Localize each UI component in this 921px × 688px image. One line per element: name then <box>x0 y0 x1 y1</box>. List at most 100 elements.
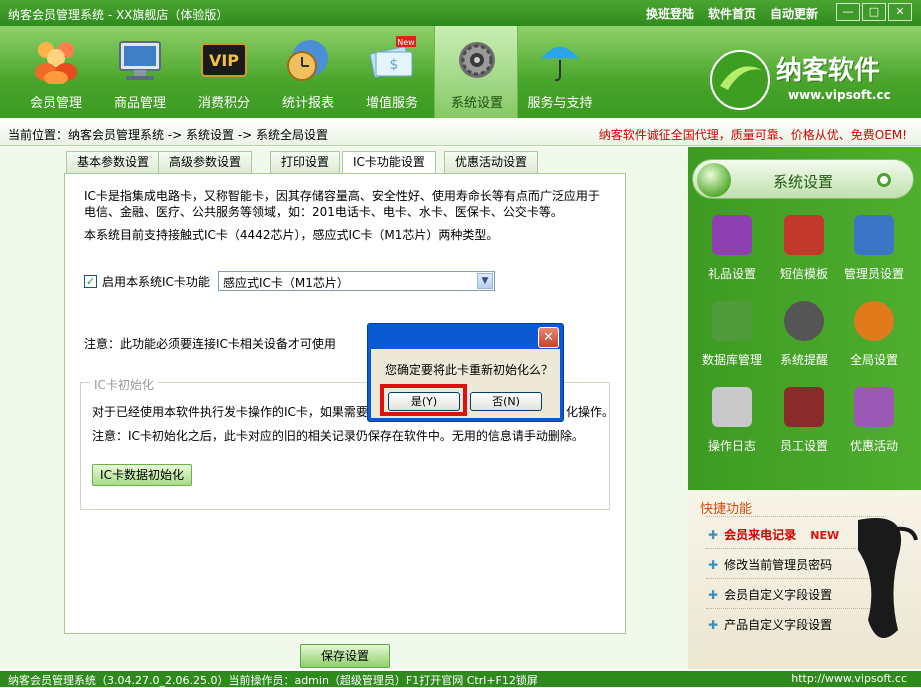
window-title: 纳客会员管理系统 - XX旗舰店（体验版） <box>8 8 229 22</box>
tab-promotion-settings[interactable]: 优惠活动设置 <box>444 151 539 173</box>
promo-text[interactable]: 纳客软件诚征全国代理，质量可靠、价格从优、免费OEM! <box>599 126 907 143</box>
sidebar-item-sms[interactable]: 短信模板 <box>766 215 842 299</box>
tab-print-settings[interactable]: 打印设置 <box>270 151 341 173</box>
status-url[interactable]: http://www.vipsoft.cc <box>791 672 907 685</box>
log-icon <box>712 387 752 427</box>
enable-ic-label: 启用本系统IC卡功能 <box>102 275 210 289</box>
quick-item-member-fields[interactable]: ✚ 会员自定义字段设置 <box>708 586 832 603</box>
gear-icon <box>459 42 495 78</box>
maximize-button[interactable]: □ <box>862 3 886 21</box>
sidebar-item-label: 全局设置 <box>849 353 898 367</box>
group-text-1a: 对于已经使用本软件执行发卡操作的IC卡，如果需要 <box>92 405 368 419</box>
no-button[interactable]: 否(N) <box>470 392 542 411</box>
tab-ic-card-settings[interactable]: IC卡功能设置 <box>342 151 436 174</box>
plus-icon: ✚ <box>708 528 719 542</box>
tab-advanced-settings[interactable]: 高级参数设置 <box>158 151 253 173</box>
plus-icon: ✚ <box>708 618 719 632</box>
enable-ic-checkbox[interactable]: ✓ <box>84 275 97 288</box>
quick-item-product-fields[interactable]: ✚ 产品自定义字段设置 <box>708 616 832 633</box>
new-badge: NEW <box>810 529 840 542</box>
quick-item-label: 会员自定义字段设置 <box>724 588 833 602</box>
sidebar-item-label: 礼品设置 <box>707 267 756 281</box>
toolbar-label: 服务与支持 <box>527 96 593 111</box>
toolbar-reports[interactable]: 统计报表 <box>266 26 350 118</box>
toolbar-products[interactable]: 商品管理 <box>98 26 182 118</box>
switch-shift-link[interactable]: 换班登陆 <box>646 5 694 22</box>
toolbar-support[interactable]: 服务与支持 <box>518 26 602 118</box>
brand-ball-icon <box>710 50 770 110</box>
sidebar-item-label: 优惠活动 <box>849 439 898 453</box>
title-bar: 纳客会员管理系统 - XX旗舰店（体验版） 换班登陆 软件首页 自动更新 — □… <box>0 0 921 26</box>
money-icon: $ New <box>369 36 416 78</box>
quick-item-call-log[interactable]: ✚ 会员来电记录 NEW <box>708 526 839 543</box>
plus-icon: ✚ <box>708 588 719 602</box>
sidebar-title: 系统设置 <box>773 173 834 191</box>
members-icon <box>35 42 77 84</box>
sidebar-ball-icon <box>697 163 731 197</box>
monitor-icon <box>119 41 161 80</box>
support-text: 本系统目前支持接触式IC卡（4442芯片），感应式IC卡（M1芯片）两种类型。 <box>84 228 499 242</box>
globe-icon <box>854 301 894 341</box>
brand-url: www.vipsoft.cc <box>788 88 891 102</box>
quick-item-change-password[interactable]: ✚ 修改当前管理员密码 <box>708 556 832 573</box>
group-text-1b: 化操作。 <box>566 405 615 419</box>
new-badge: New <box>397 38 415 47</box>
quick-item-label: 会员来电记录 <box>724 528 797 542</box>
sidebar-item-admin[interactable]: 管理员设置 <box>836 215 912 299</box>
brand-logo: 纳客软件 www.vipsoft.cc <box>706 44 906 114</box>
sidebar-item-label: 数据库管理 <box>701 353 762 367</box>
quick-functions: 快捷功能 ✚ 会员来电记录 NEW ✚ 修改当前管理员密码 ✚ 会员自定义字段设置 ✚… <box>688 490 921 669</box>
svg-text:VIP: VIP <box>209 51 239 70</box>
yes-button[interactable]: 是(Y) <box>388 392 460 411</box>
umbrella-icon <box>540 47 580 82</box>
right-sidebar: 系统设置 礼品设置 短信模板 管理员设置 数据库管理 系统提醒 全局设置 操作日… <box>688 147 921 669</box>
toolbar-label: 消费积分 <box>197 96 250 111</box>
card-type-select[interactable]: 感应式IC卡（M1芯片） ▼ <box>218 271 495 291</box>
sidebar-item-staff[interactable]: 员工设置 <box>766 387 842 471</box>
toolbar-members[interactable]: 会员管理 <box>14 26 98 118</box>
minimize-button[interactable]: — <box>836 3 860 21</box>
quick-item-label: 修改当前管理员密码 <box>724 558 833 572</box>
sidebar-header: 系统设置 <box>692 159 914 199</box>
clock-icon <box>287 40 328 81</box>
intro-text-2: 电信、金融、医疗、公共服务等领域，如：201电话卡、电卡、水卡、医保卡、公交卡等… <box>84 205 563 219</box>
tab-basic-settings[interactable]: 基本参数设置 <box>66 151 161 173</box>
dialog-message: 您确定要将此卡重新初始化么？ <box>385 363 554 377</box>
toolbar-label: 商品管理 <box>113 96 166 111</box>
alarm-icon <box>784 301 824 341</box>
sms-icon <box>784 215 824 255</box>
save-button[interactable]: 保存设置 <box>300 644 390 668</box>
sidebar-item-promo[interactable]: 优惠活动 <box>836 387 912 471</box>
toolbar-points[interactable]: VIP 消费积分 <box>182 26 266 118</box>
toolbar-label: 统计报表 <box>281 96 334 111</box>
vip-icon: VIP <box>201 43 247 77</box>
software-home-link[interactable]: 软件首页 <box>708 5 756 22</box>
toolbar-system-settings[interactable]: 系统设置 <box>434 26 518 118</box>
dialog-body: 您确定要将此卡重新初始化么？ 是(Y) 否(N) <box>371 349 560 418</box>
chevron-down-icon[interactable]: ▼ <box>477 273 493 289</box>
toolbar-label: 会员管理 <box>29 96 82 111</box>
breadcrumb-bar: 当前位置：纳客会员管理系统 -> 系统设置 -> 系统全局设置 纳客软件诚征全国… <box>0 118 921 146</box>
toolbar-label: 增值服务 <box>365 96 418 111</box>
sidebar-item-log[interactable]: 操作日志 <box>694 387 770 471</box>
close-window-button[interactable]: ✕ <box>888 3 912 21</box>
gift-icon <box>712 215 752 255</box>
promo-icon <box>854 387 894 427</box>
quick-title: 快捷功能 <box>700 502 753 517</box>
sidebar-item-label: 系统提醒 <box>779 353 828 367</box>
card-type-value: 感应式IC卡（M1芯片） <box>223 276 349 290</box>
auto-update-link[interactable]: 自动更新 <box>770 5 818 22</box>
dialog-close-button[interactable]: ✕ <box>538 327 559 348</box>
group-title: IC卡初始化 <box>90 376 158 393</box>
sidebar-item-gift[interactable]: 礼品设置 <box>694 215 770 299</box>
sidebar-item-database[interactable]: 数据库管理 <box>694 301 770 385</box>
sidebar-item-global[interactable]: 全局设置 <box>836 301 912 385</box>
quick-item-label: 产品自定义字段设置 <box>724 618 833 632</box>
sidebar-item-reminder[interactable]: 系统提醒 <box>766 301 842 385</box>
svg-text:$: $ <box>390 57 399 73</box>
sidebar-item-label: 管理员设置 <box>843 267 904 281</box>
ic-init-button[interactable]: IC卡数据初始化 <box>92 464 192 486</box>
staff-icon <box>784 387 824 427</box>
admin-icon <box>854 215 894 255</box>
toolbar-value-added[interactable]: $ New 增值服务 <box>350 26 434 118</box>
